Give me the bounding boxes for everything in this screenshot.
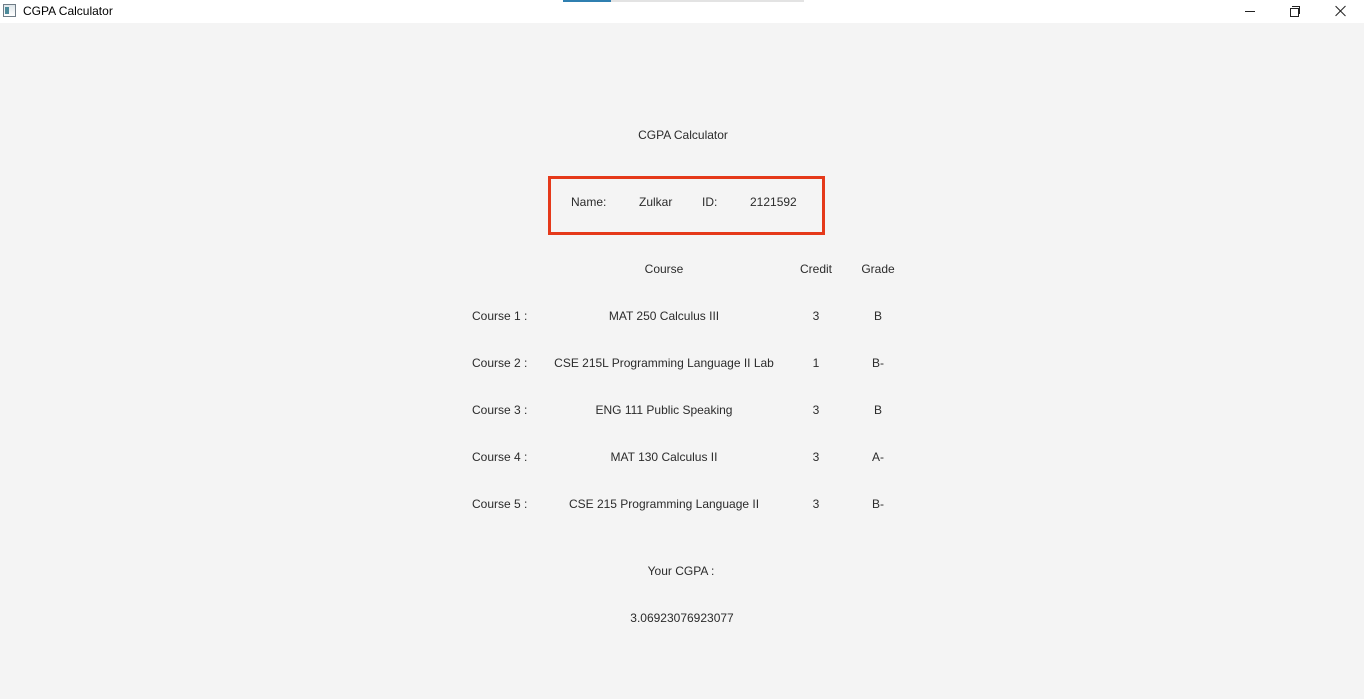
course-name: CSE 215L Programming Language II Lab (554, 356, 774, 370)
column-header-grade: Grade (861, 262, 895, 276)
close-icon (1335, 5, 1347, 17)
id-value: 2121592 (750, 195, 797, 209)
course-row-label: Course 3 : (472, 403, 528, 417)
minimize-icon (1245, 10, 1255, 12)
page-heading: CGPA Calculator (638, 128, 728, 142)
course-grade: B- (872, 356, 884, 370)
restore-button[interactable] (1272, 0, 1318, 22)
course-credit: 3 (812, 403, 820, 417)
course-row-label: Course 2 : (472, 356, 528, 370)
course-grade: B (873, 403, 883, 417)
name-value: Zulkar (639, 195, 673, 209)
course-credit: 3 (812, 497, 820, 511)
close-button[interactable] (1318, 0, 1364, 22)
course-grade: B- (872, 497, 884, 511)
name-label: Name: (571, 195, 607, 209)
title-bar: CGPA Calculator (0, 0, 1364, 23)
column-header-course: Course (644, 262, 684, 276)
minimize-button[interactable] (1227, 0, 1273, 22)
course-row-label: Course 5 : (472, 497, 528, 511)
restore-icon (1290, 6, 1300, 17)
course-grade: B (873, 309, 883, 323)
cgpa-value: 3.06923076923077 (630, 611, 734, 625)
id-label: ID: (702, 195, 718, 209)
course-name: CSE 215 Programming Language II (568, 497, 760, 511)
course-row-label: Course 4 : (472, 450, 528, 464)
course-name: MAT 250 Calculus III (608, 309, 720, 323)
app-icon (3, 4, 16, 17)
course-row-label: Course 1 : (472, 309, 528, 323)
course-name: MAT 130 Calculus II (610, 450, 718, 464)
top-strip-accent (563, 0, 611, 2)
course-credit: 1 (812, 356, 820, 370)
course-name: ENG 111 Public Speaking (595, 403, 733, 417)
column-header-credit: Credit (799, 262, 833, 276)
cgpa-label: Your CGPA : (647, 564, 715, 578)
app-window: CGPA Calculator CGPA Calculator Name: Zu… (0, 0, 1364, 699)
window-title: CGPA Calculator (23, 4, 113, 18)
course-credit: 3 (812, 450, 820, 464)
course-grade: A- (872, 450, 884, 464)
course-credit: 3 (812, 309, 820, 323)
